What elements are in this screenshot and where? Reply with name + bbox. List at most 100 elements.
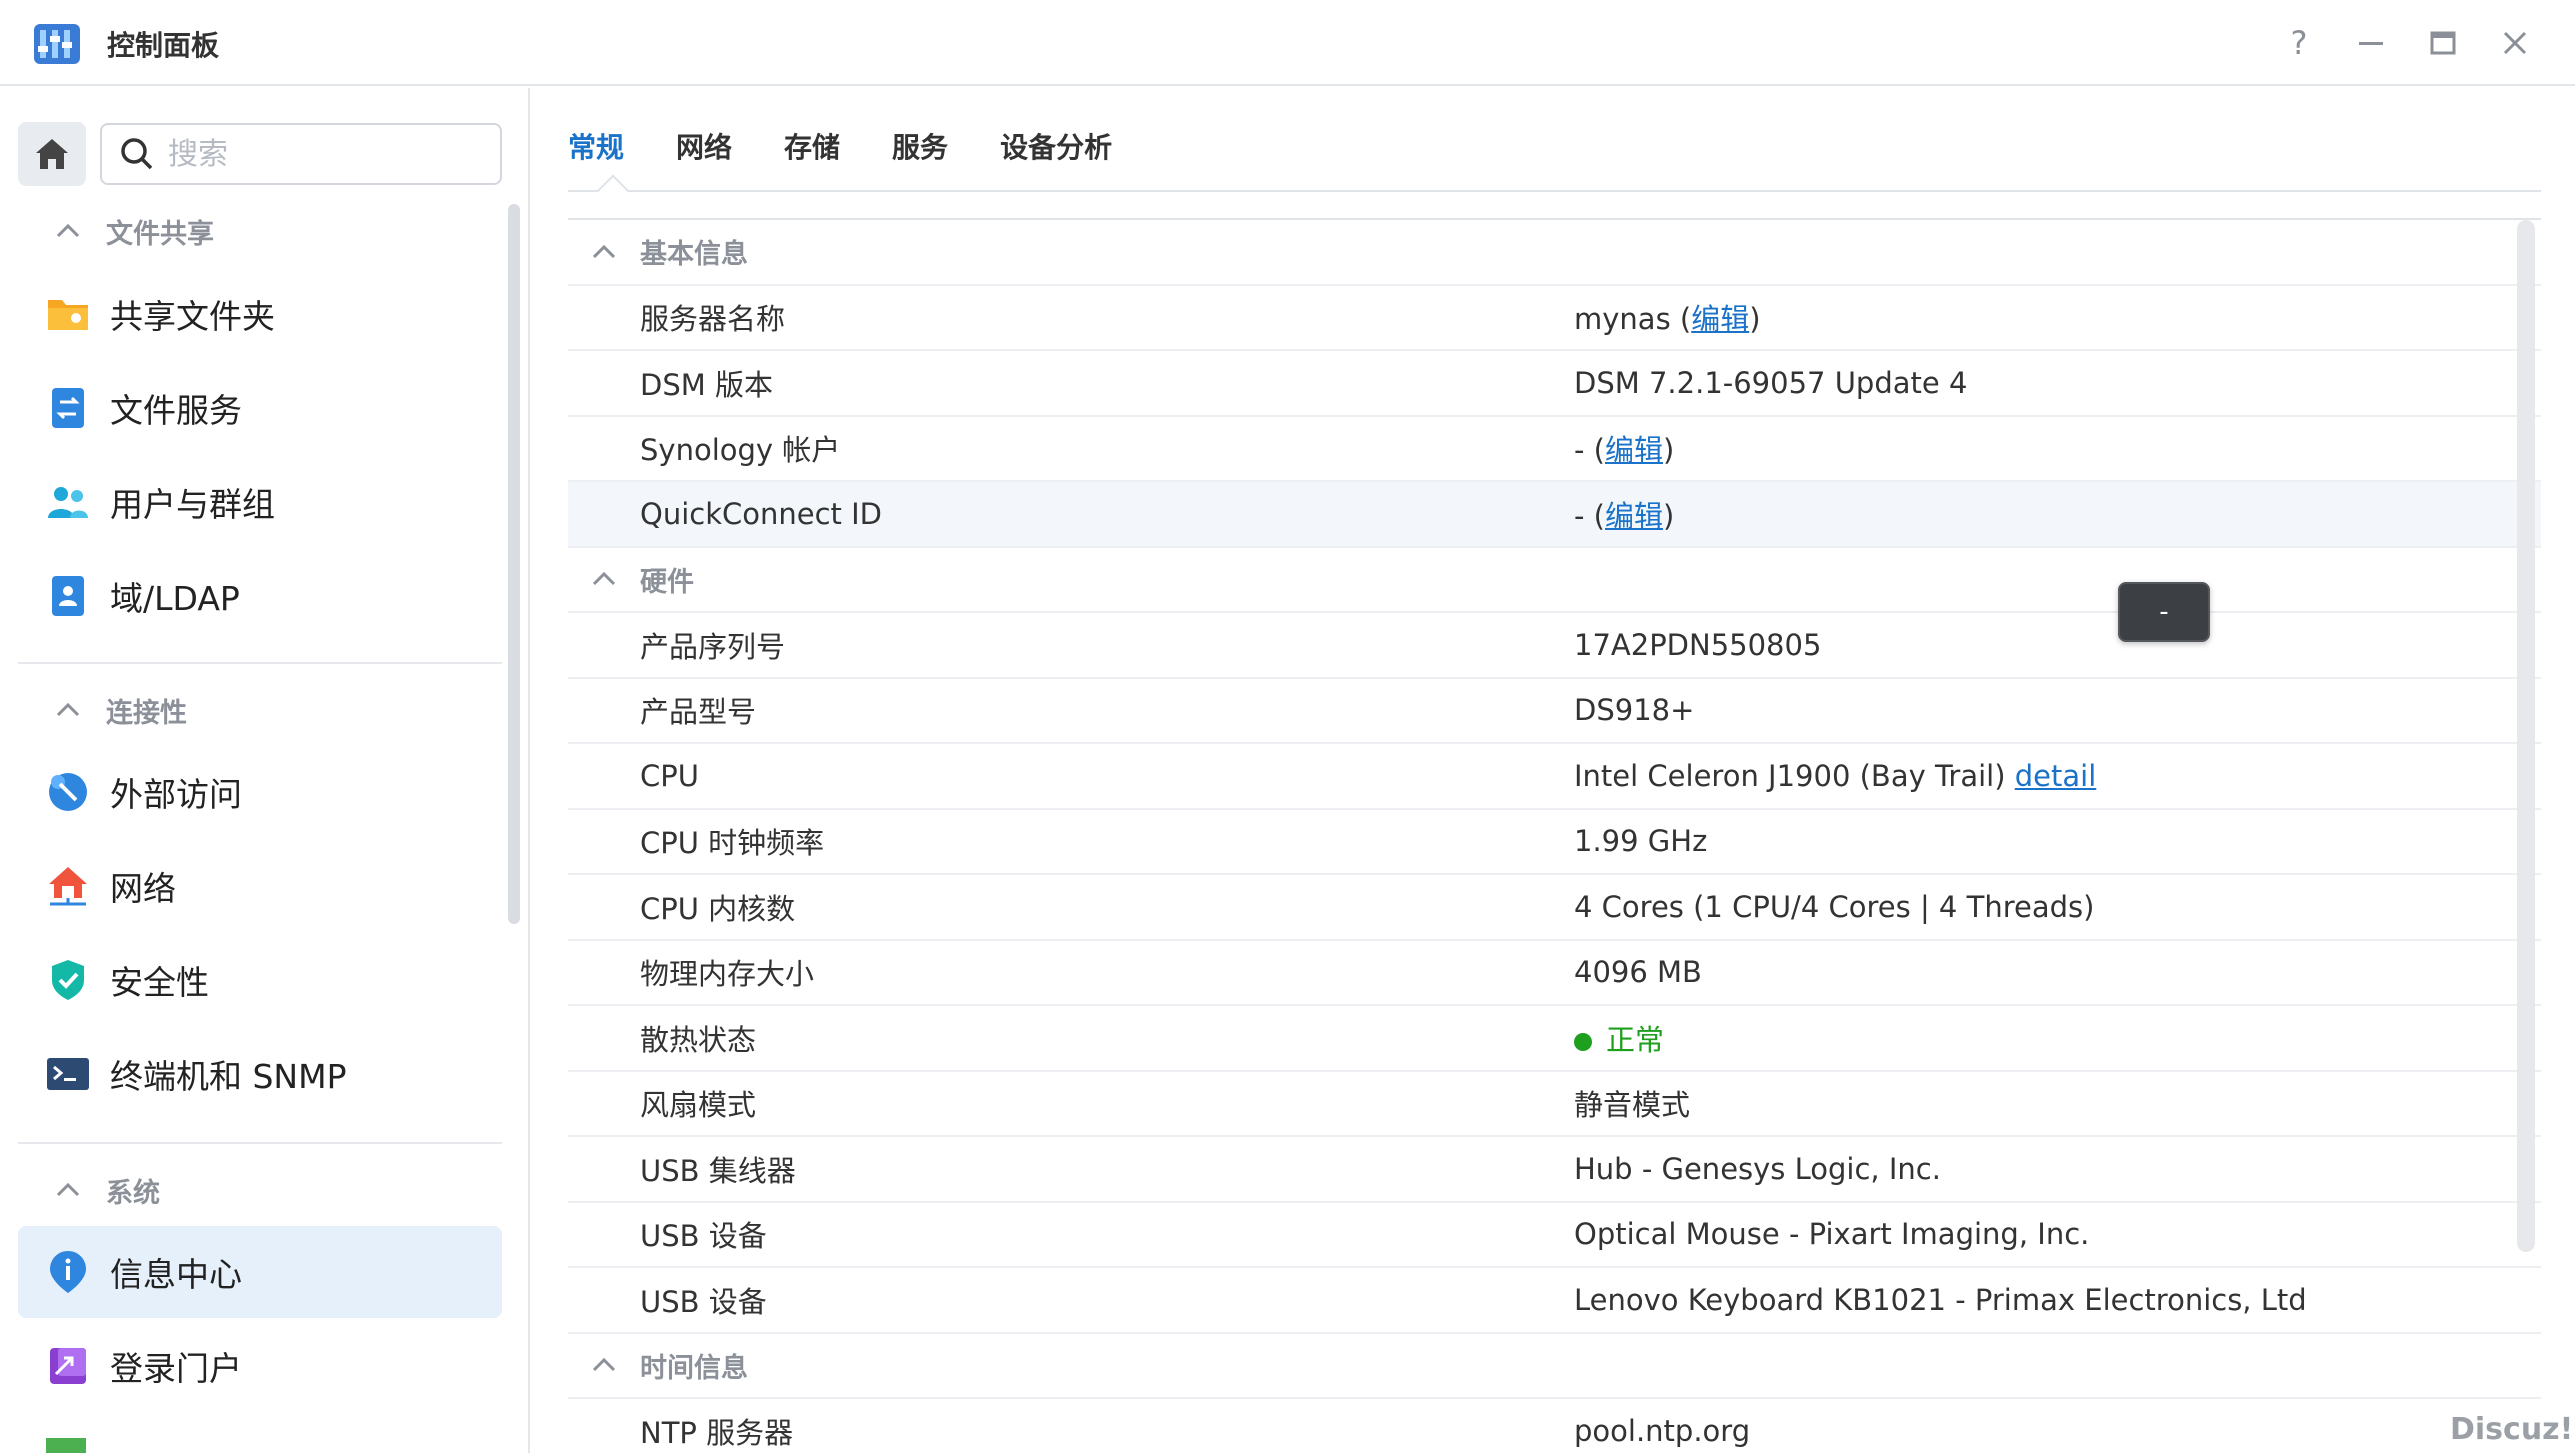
tooltip: - <box>2118 582 2210 642</box>
table-row: USB 集线器 Hub - Genesys Logic, Inc. <box>568 1137 2541 1203</box>
chevron-up-icon <box>56 223 80 238</box>
row-key: CPU 时钟频率 <box>640 826 825 861</box>
sidebar-section-file-sharing[interactable]: 文件共享 <box>52 207 214 255</box>
tab-services[interactable]: 服务 <box>892 126 948 186</box>
file-services-icon <box>46 386 90 430</box>
chevron-up-icon <box>56 1182 80 1197</box>
status-ok-icon <box>1574 1032 1592 1051</box>
row-key: 产品型号 <box>640 695 757 730</box>
minimize-button[interactable] <box>2348 20 2394 66</box>
window-title: 控制面板 <box>107 29 220 62</box>
section-title: 硬件 <box>640 566 694 598</box>
tab-underline <box>568 190 2541 192</box>
external-access-icon <box>46 770 90 814</box>
help-button[interactable]: ? <box>2276 20 2322 66</box>
row-value: 静音模式 <box>1574 1088 1691 1123</box>
maximize-icon <box>2430 31 2456 55</box>
row-key: 产品序列号 <box>640 629 786 664</box>
row-value: 1.99 GHz <box>1574 824 1708 859</box>
sidebar-section-connectivity[interactable]: 连接性 <box>52 686 187 734</box>
row-value: Hub - Genesys Logic, Inc. <box>1574 1151 1941 1186</box>
tab-bar: 常规 网络 存储 服务 设备分析 <box>568 126 1164 196</box>
users-icon <box>46 480 90 524</box>
row-value: 17A2PDN550805 <box>1574 627 1822 662</box>
terminal-icon <box>46 1052 90 1096</box>
tab-storage[interactable]: 存储 <box>784 126 840 186</box>
thermal-status-value: 正常 <box>1606 1022 1665 1057</box>
row-value: 正常 <box>1574 1017 1664 1059</box>
row-key: USB 集线器 <box>640 1153 796 1188</box>
section-title: 基本信息 <box>640 239 748 271</box>
synology-account-value: - <box>1574 433 1585 468</box>
row-key: 物理内存大小 <box>640 957 815 992</box>
login-portal-icon <box>46 1344 90 1388</box>
sidebar-item-label: 域/LDAP <box>110 579 240 618</box>
sidebar-item-domain-ldap[interactable]: 域/LDAP <box>18 550 502 642</box>
table-row: 风扇模式 静音模式 <box>568 1072 2541 1137</box>
sidebar-item-label: 外部访问 <box>110 775 242 814</box>
network-icon <box>46 864 90 908</box>
row-value: DSM 7.2.1-69057 Update 4 <box>1574 365 1968 400</box>
cpu-detail-link[interactable]: detail <box>2015 759 2097 793</box>
sidebar-item-network[interactable]: 网络 <box>18 840 502 932</box>
sidebar-item-users-groups[interactable]: 用户与群组 <box>18 456 502 548</box>
table-row: USB 设备 Optical Mouse - Pixart Imaging, I… <box>568 1203 2541 1268</box>
sidebar-item-label: 共享文件夹 <box>110 297 275 336</box>
control-panel-app-icon <box>34 24 80 64</box>
maximize-button[interactable] <box>2420 20 2466 66</box>
row-key: CPU 内核数 <box>640 891 796 926</box>
sidebar-item-security[interactable]: 安全性 <box>18 934 502 1026</box>
row-value: - (编辑) <box>1574 498 1675 533</box>
row-value: 4 Cores (1 CPU/4 Cores | 4 Threads) <box>1574 889 2095 924</box>
sidebar-section-system[interactable]: 系统 <box>52 1166 160 1214</box>
row-key: CPU <box>640 758 699 793</box>
table-row: NTP 服务器 pool.ntp.org <box>568 1399 2541 1453</box>
search-box[interactable] <box>100 123 502 185</box>
table-row: CPU 时钟频率 1.99 GHz <box>568 810 2541 875</box>
edit-synology-account-link[interactable]: 编辑 <box>1605 433 1663 467</box>
row-value: 4096 MB <box>1574 955 1702 990</box>
edit-quickconnect-link[interactable]: 编辑 <box>1605 499 1663 533</box>
sidebar-scrollbar[interactable] <box>508 204 520 924</box>
table-row: 产品型号 DS918+ <box>568 679 2541 744</box>
row-value: mynas (编辑) <box>1574 302 1761 337</box>
edit-server-name-link[interactable]: 编辑 <box>1691 302 1749 336</box>
minimize-icon <box>2359 42 2383 45</box>
sidebar-item-info-center[interactable]: 信息中心 <box>18 1226 502 1318</box>
table-row: CPU 内核数 4 Cores (1 CPU/4 Cores | 4 Threa… <box>568 875 2541 941</box>
chevron-up-icon <box>592 1358 616 1372</box>
sidebar-item-label: 信息中心 <box>110 1255 242 1294</box>
table-row: 散热状态 正常 <box>568 1006 2541 1072</box>
row-key: 风扇模式 <box>640 1088 757 1123</box>
search-input[interactable] <box>168 136 468 172</box>
sidebar-item-external-access[interactable]: 外部访问 <box>18 746 502 838</box>
close-button[interactable] <box>2492 20 2538 66</box>
table-row: 产品序列号 17A2PDN550805 <box>568 613 2541 679</box>
sidebar-section-label: 连接性 <box>106 697 187 729</box>
sidebar-section-label: 文件共享 <box>106 218 214 250</box>
sidebar-item-label: 登录门户 <box>110 1349 242 1388</box>
tab-network[interactable]: 网络 <box>676 126 732 186</box>
sidebar-item-file-services[interactable]: 文件服务 <box>18 362 502 454</box>
main-scrollbar[interactable] <box>2517 220 2535 1252</box>
quickconnect-id-value: - <box>1574 498 1585 533</box>
row-value: DS918+ <box>1574 693 1695 728</box>
section-header-time[interactable]: 时间信息 <box>568 1334 2541 1399</box>
sidebar-divider <box>18 662 502 664</box>
close-icon <box>2503 31 2527 55</box>
row-key: Synology 帐户 <box>640 433 841 468</box>
cpu-value: Intel Celeron J1900 (Bay Trail) <box>1574 758 2006 793</box>
sidebar-item-login-portal[interactable]: 登录门户 <box>18 1320 502 1412</box>
row-key: 散热状态 <box>640 1022 757 1057</box>
watermark: Discuz! <box>2450 1412 2574 1447</box>
sidebar-item-shared-folder[interactable]: 共享文件夹 <box>18 268 502 360</box>
domain-ldap-icon <box>46 574 90 618</box>
tab-device-analysis[interactable]: 设备分析 <box>1000 126 1112 186</box>
info-table: 基本信息 服务器名称 mynas (编辑) DSM 版本 DSM 7.2.1-6… <box>568 220 2541 1453</box>
section-header-hardware[interactable]: 硬件 <box>568 548 2541 613</box>
home-button[interactable] <box>18 122 86 186</box>
sidebar-item-terminal-snmp[interactable]: 终端机和 SNMP <box>18 1028 502 1120</box>
section-header-basic[interactable]: 基本信息 <box>568 220 2541 286</box>
row-value: Optical Mouse - Pixart Imaging, Inc. <box>1574 1217 2090 1252</box>
main-panel: 常规 网络 存储 服务 设备分析 基本信息 服务器名称 mynas (编辑) D… <box>532 88 2575 1453</box>
